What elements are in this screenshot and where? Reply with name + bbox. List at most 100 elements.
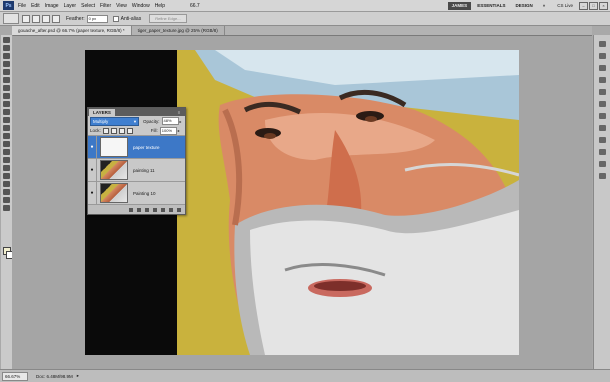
antialias-checkbox[interactable] bbox=[112, 15, 119, 22]
styles-panel-icon[interactable] bbox=[599, 65, 606, 71]
adjustments-panel-icon[interactable] bbox=[599, 77, 606, 83]
visibility-eye-icon[interactable]: ● bbox=[88, 182, 97, 204]
quick-select-tool-icon[interactable] bbox=[3, 61, 10, 67]
clone-stamp-tool-icon[interactable] bbox=[3, 101, 10, 107]
menu-view[interactable]: View bbox=[116, 3, 127, 9]
status-arrow-icon[interactable]: ▸ bbox=[77, 373, 79, 379]
layer-row-paper-texture[interactable]: ● paper texture bbox=[88, 136, 185, 159]
move-tool-icon[interactable] bbox=[3, 37, 10, 43]
menu-file[interactable]: File bbox=[18, 3, 26, 9]
adjustment-layer-icon[interactable] bbox=[153, 207, 157, 212]
menu-image[interactable]: Image bbox=[45, 3, 59, 9]
hand-tool-icon[interactable] bbox=[3, 197, 10, 203]
color-panel-icon[interactable] bbox=[599, 41, 606, 47]
history-brush-tool-icon[interactable] bbox=[3, 109, 10, 115]
document-size: Doc: 6.48M/98.9M bbox=[36, 373, 73, 379]
layer-row-painting-10[interactable]: ● Painting 10 bbox=[88, 182, 185, 205]
delete-layer-icon[interactable] bbox=[177, 207, 181, 212]
layers-panel: LAYERS ≡ Multiply ▼ Opacity: 48% ▸ Lock:… bbox=[87, 107, 186, 215]
cs-live-button[interactable]: CS Live bbox=[557, 3, 573, 8]
lasso-tool-preset-icon[interactable] bbox=[3, 13, 19, 24]
menu-edit[interactable]: Edit bbox=[31, 3, 40, 9]
blur-tool-icon[interactable] bbox=[3, 133, 10, 139]
document-tabs: gouache_after.psd @ 66.7% (paper texture… bbox=[12, 26, 592, 36]
layers-panel-footer bbox=[88, 204, 185, 214]
paths-panel-icon[interactable] bbox=[599, 149, 606, 155]
fill-arrow-icon[interactable]: ▸ bbox=[178, 128, 180, 133]
masks-panel-icon[interactable] bbox=[599, 89, 606, 95]
workspace-james[interactable]: JAMES bbox=[447, 1, 472, 10]
marquee-tool-icon[interactable] bbox=[3, 45, 10, 51]
more-workspaces-icon[interactable]: » bbox=[539, 2, 550, 10]
path-select-tool-icon[interactable] bbox=[3, 165, 10, 171]
tab-gouache-after[interactable]: gouache_after.psd @ 66.7% (paper texture… bbox=[12, 26, 132, 35]
maximize-icon[interactable]: □ bbox=[589, 1, 598, 10]
minimize-icon[interactable]: – bbox=[579, 1, 588, 10]
link-layers-icon[interactable] bbox=[129, 207, 133, 212]
add-selection-icon[interactable] bbox=[32, 14, 40, 23]
actions-panel-icon[interactable] bbox=[599, 113, 606, 119]
gradient-tool-icon[interactable] bbox=[3, 125, 10, 131]
dodge-tool-icon[interactable] bbox=[3, 141, 10, 147]
lasso-tool-icon[interactable] bbox=[3, 53, 10, 59]
menu-filter[interactable]: Filter bbox=[100, 3, 111, 9]
layer-style-icon[interactable] bbox=[137, 207, 141, 212]
refine-edge-button[interactable]: Refine Edge... bbox=[149, 14, 187, 23]
lock-position-icon[interactable] bbox=[118, 127, 125, 134]
lock-all-icon[interactable] bbox=[126, 127, 133, 134]
blend-mode-value: Multiply bbox=[93, 118, 109, 124]
new-layer-icon[interactable] bbox=[169, 207, 173, 212]
crop-tool-icon[interactable] bbox=[3, 69, 10, 75]
lock-transparent-icon[interactable] bbox=[102, 127, 109, 134]
blend-mode-select[interactable]: Multiply ▼ bbox=[90, 116, 139, 126]
workspace-essentials[interactable]: ESSENTIALS bbox=[473, 2, 509, 10]
3d-rotate-tool-icon[interactable] bbox=[3, 181, 10, 187]
menu-window[interactable]: Window bbox=[132, 3, 150, 9]
intersect-selection-icon[interactable] bbox=[52, 14, 60, 23]
lock-image-icon[interactable] bbox=[110, 127, 117, 134]
new-group-icon[interactable] bbox=[161, 207, 165, 212]
zoom-level-input[interactable]: 66.67% bbox=[2, 371, 28, 381]
eraser-tool-icon[interactable] bbox=[3, 117, 10, 123]
info-panel-icon[interactable] bbox=[599, 173, 606, 179]
opacity-arrow-icon[interactable]: ▸ bbox=[180, 119, 182, 124]
opacity-input[interactable]: 48% bbox=[161, 117, 179, 125]
subtract-selection-icon[interactable] bbox=[42, 14, 50, 23]
zoom-readout[interactable]: 66.7 bbox=[190, 3, 200, 9]
history-panel-icon[interactable] bbox=[599, 101, 606, 107]
brush-tool-icon[interactable] bbox=[3, 93, 10, 99]
visibility-eye-icon[interactable]: ● bbox=[88, 159, 97, 181]
fill-input[interactable]: 100% bbox=[159, 126, 177, 135]
feather-input[interactable]: 0 px bbox=[86, 14, 108, 23]
panel-menu-icon[interactable]: ≡ bbox=[175, 110, 183, 115]
layers-panel-header[interactable]: LAYERS ≡ bbox=[88, 108, 185, 116]
zoom-tool-icon[interactable] bbox=[3, 205, 10, 211]
photoshop-logo: Ps bbox=[3, 1, 14, 10]
healing-brush-tool-icon[interactable] bbox=[3, 85, 10, 91]
eyedropper-tool-icon[interactable] bbox=[3, 77, 10, 83]
pen-tool-icon[interactable] bbox=[3, 149, 10, 155]
type-tool-icon[interactable] bbox=[3, 157, 10, 163]
brushes-panel-icon[interactable] bbox=[599, 125, 606, 131]
menu-help[interactable]: Help bbox=[155, 3, 165, 9]
layer-row-painting-11[interactable]: ● painting 11 bbox=[88, 159, 185, 182]
antialias-label: Anti-alias bbox=[120, 15, 142, 22]
right-dock-panel bbox=[593, 35, 610, 369]
layer-comps-panel-icon[interactable] bbox=[599, 161, 606, 167]
menu-select[interactable]: Select bbox=[81, 3, 95, 9]
swatches-panel-icon[interactable] bbox=[599, 53, 606, 59]
visibility-eye-icon[interactable]: ● bbox=[88, 136, 97, 158]
shape-tool-icon[interactable] bbox=[3, 173, 10, 179]
layers-tab[interactable]: LAYERS bbox=[89, 109, 115, 116]
layer-name: paper texture bbox=[133, 144, 160, 150]
menu-layer[interactable]: Layer bbox=[64, 3, 77, 9]
options-bar: Feather: 0 px Anti-alias Refine Edge... bbox=[0, 12, 610, 26]
new-selection-icon[interactable] bbox=[22, 14, 30, 23]
workspace-design[interactable]: DESIGN bbox=[511, 2, 536, 10]
close-icon[interactable]: × bbox=[599, 1, 608, 10]
add-mask-icon[interactable] bbox=[145, 207, 149, 212]
layer-name: painting 11 bbox=[133, 167, 155, 173]
3d-orbit-tool-icon[interactable] bbox=[3, 189, 10, 195]
tab-tiger-paper-texture[interactable]: tiger_paper_texture.jpg @ 25% (RGB/8) bbox=[132, 26, 225, 35]
channels-panel-icon[interactable] bbox=[599, 137, 606, 143]
